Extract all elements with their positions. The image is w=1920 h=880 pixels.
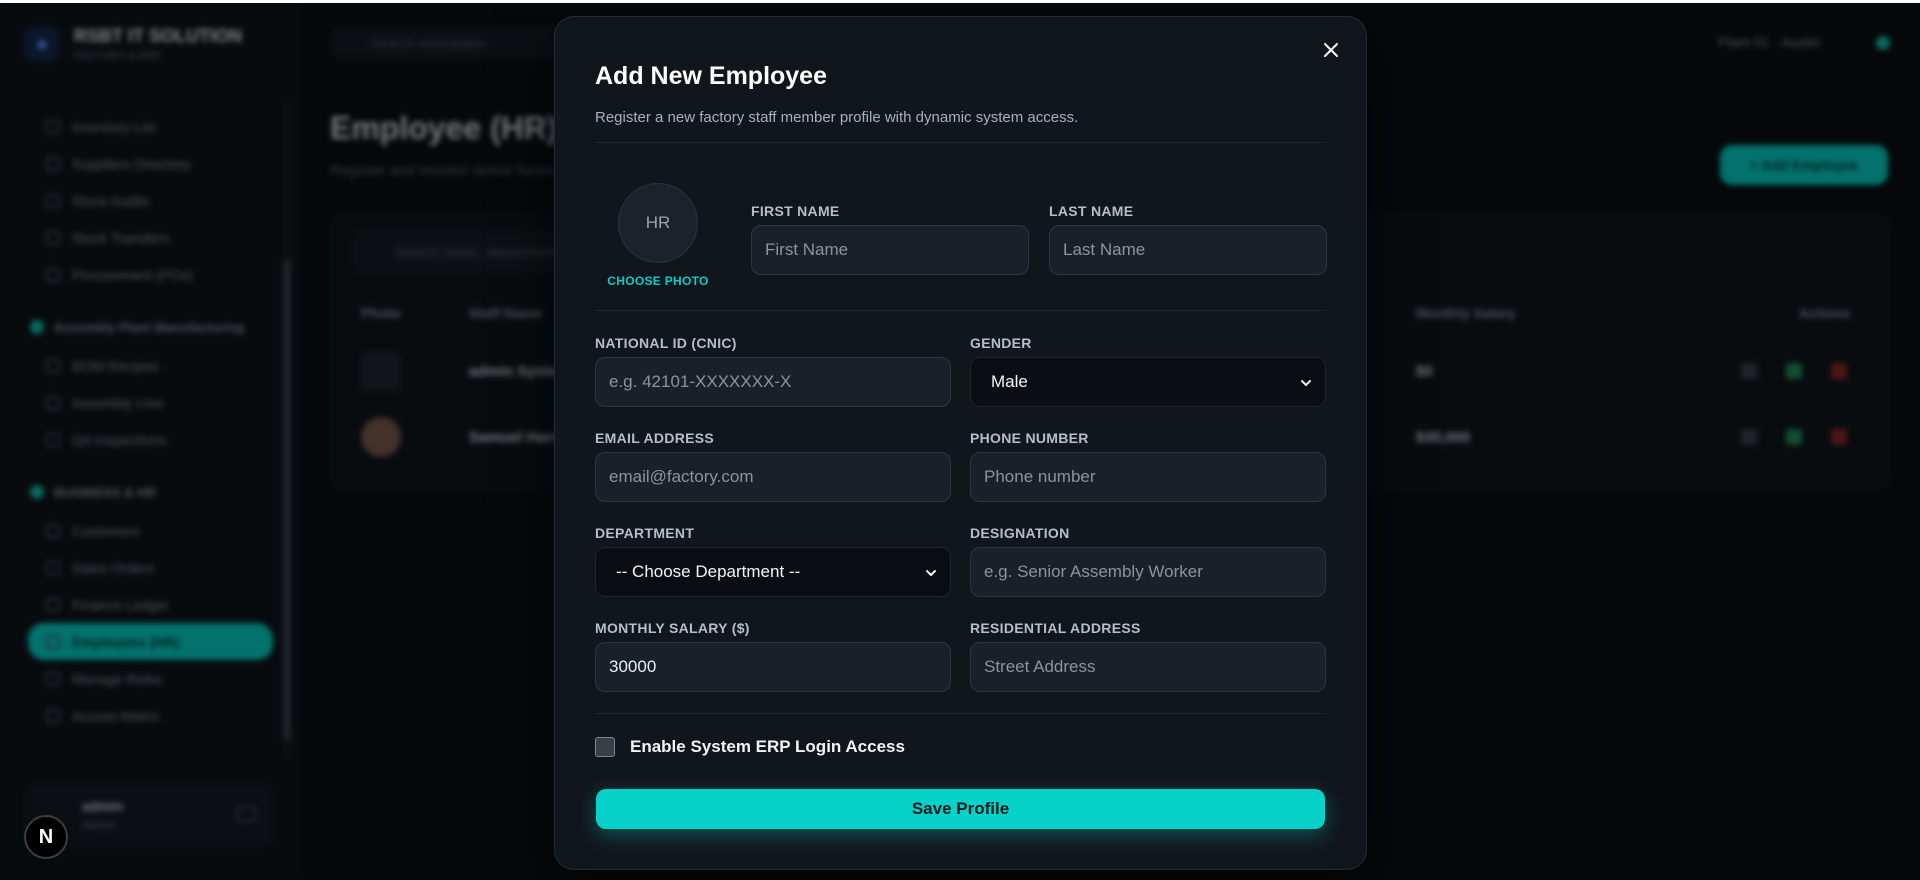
designation-label: DESIGNATION <box>970 525 1070 541</box>
chevron-down-icon <box>1301 380 1311 386</box>
photo-preview: HR <box>618 183 698 263</box>
photo-initials: HR <box>645 213 671 232</box>
designation-input[interactable] <box>970 547 1326 597</box>
last-name-label: LAST NAME <box>1049 203 1134 219</box>
phone-field[interactable] <box>970 452 1326 502</box>
email-field[interactable] <box>595 452 951 502</box>
gender-selected-value: Male <box>991 372 1028 391</box>
national-id-label: NATIONAL ID (CNIC) <box>595 335 737 351</box>
erp-access-checkbox[interactable] <box>595 737 615 757</box>
choose-photo-button[interactable]: CHOOSE PHOTO <box>595 274 721 288</box>
gender-label: GENDER <box>970 335 1032 351</box>
nextjs-badge[interactable]: N <box>24 815 68 859</box>
last-name-input[interactable] <box>1049 225 1327 275</box>
modal-title: Add New Employee <box>595 62 827 90</box>
close-icon <box>1324 43 1338 57</box>
email-label: EMAIL ADDRESS <box>595 430 715 446</box>
department-label: DEPARTMENT <box>595 525 695 541</box>
divider <box>595 713 1326 714</box>
salary-input[interactable] <box>595 642 951 692</box>
erp-access-row: Enable System ERP Login Access <box>595 737 905 757</box>
divider <box>595 310 1326 311</box>
close-button[interactable] <box>1318 37 1344 63</box>
address-input[interactable] <box>970 642 1326 692</box>
national-id-input[interactable] <box>595 357 951 407</box>
department-select[interactable]: -- Choose Department -- <box>595 547 951 597</box>
gender-select[interactable]: Male <box>970 357 1326 407</box>
phone-label: PHONE NUMBER <box>970 430 1089 446</box>
save-profile-button[interactable]: Save Profile <box>596 789 1325 829</box>
salary-label: MONTHLY SALARY ($) <box>595 620 750 636</box>
add-employee-modal: Add New Employee Register a new factory … <box>554 16 1367 870</box>
first-name-label: FIRST NAME <box>751 203 840 219</box>
address-label: RESIDENTIAL ADDRESS <box>970 620 1141 636</box>
app-root: ◆ RSBT IT SOLUTION FACTORY & ERP Invento… <box>0 0 1920 880</box>
first-name-input[interactable] <box>751 225 1029 275</box>
chevron-down-icon <box>926 570 936 576</box>
modal-subtitle: Register a new factory staff member prof… <box>595 109 1079 126</box>
top-edge <box>0 0 1920 3</box>
department-selected-value: -- Choose Department -- <box>616 562 801 581</box>
erp-access-label: Enable System ERP Login Access <box>630 737 905 756</box>
divider <box>595 142 1326 143</box>
